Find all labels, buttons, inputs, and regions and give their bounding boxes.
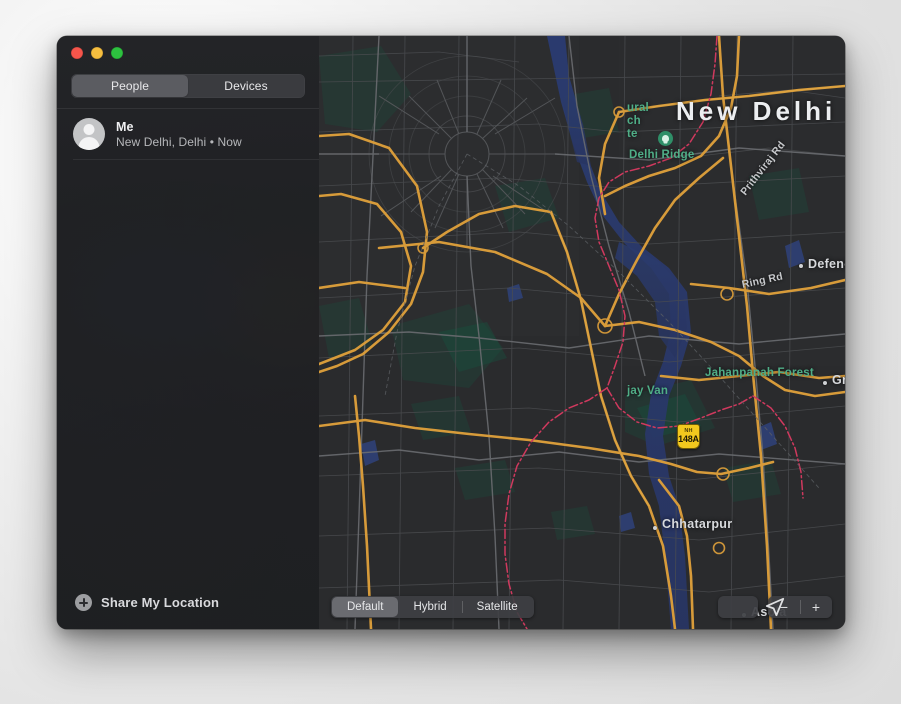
zoom-controls: − + <box>768 596 832 618</box>
close-button[interactable] <box>71 47 83 59</box>
locate-me-button[interactable] <box>718 596 785 618</box>
titlebar <box>57 36 319 70</box>
tab-devices[interactable]: Devices <box>188 75 304 97</box>
map-type-default[interactable]: Default <box>332 597 399 617</box>
place-dot <box>653 526 657 530</box>
zoom-button[interactable] <box>111 47 123 59</box>
map-view[interactable]: New Delhi Noida Defence Colony Greater K… <box>319 36 845 629</box>
minimize-button[interactable] <box>91 47 103 59</box>
find-my-window: People Devices Me New Delhi, Delhi • Now <box>57 36 845 629</box>
map-type-hybrid[interactable]: Hybrid <box>398 597 461 617</box>
share-my-location-button[interactable]: Share My Location <box>75 594 319 611</box>
map-view-controls: − + <box>718 596 832 618</box>
highway-shield-nh148a: NH 148A <box>677 424 700 449</box>
place-dot <box>823 381 827 385</box>
plus-circle-icon <box>75 594 92 611</box>
zoom-in-button[interactable]: + <box>800 596 832 618</box>
shield-number: 148A <box>678 433 699 444</box>
map-type-segmented-control[interactable]: Default Hybrid Satellite <box>331 596 534 618</box>
list-row-divider <box>73 159 319 160</box>
share-my-location-label: Share My Location <box>101 595 220 610</box>
park-poi-icon <box>658 131 673 146</box>
zoom-out-button[interactable]: − <box>768 596 800 618</box>
people-list: Me New Delhi, Delhi • Now <box>57 109 319 594</box>
person-location-time: New Delhi, Delhi • Now <box>116 134 242 149</box>
list-item-me[interactable]: Me New Delhi, Delhi • Now <box>57 109 319 159</box>
person-name: Me <box>116 119 134 134</box>
sidebar: People Devices Me New Delhi, Delhi • Now <box>57 36 319 629</box>
map-type-satellite[interactable]: Satellite <box>461 597 533 617</box>
tab-people[interactable]: People <box>72 75 188 97</box>
map-canvas <box>319 36 845 629</box>
avatar <box>73 118 105 150</box>
place-dot <box>799 264 803 268</box>
map-type-controls: Default Hybrid Satellite <box>331 596 534 618</box>
people-devices-segmented-control[interactable]: People Devices <box>71 74 305 98</box>
